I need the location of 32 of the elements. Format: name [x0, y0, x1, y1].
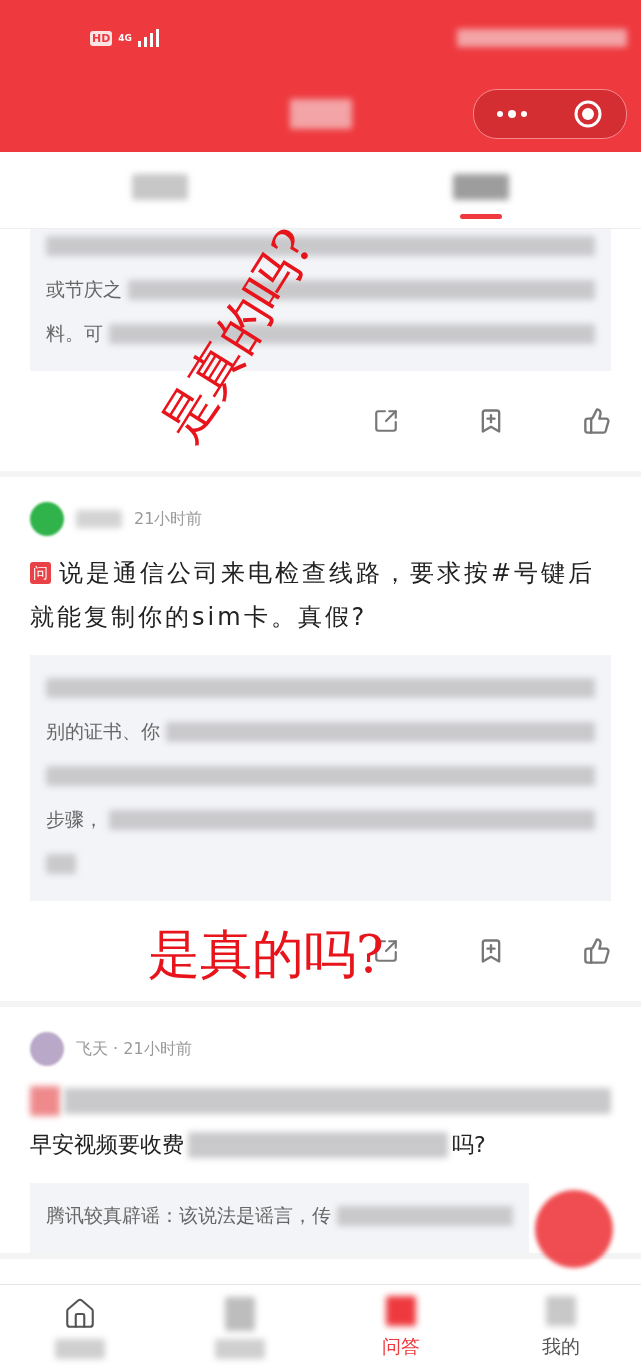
nav-item[interactable]: 我的: [480, 1285, 641, 1371]
annotation-text: 是真的吗?: [148, 923, 384, 986]
share-button[interactable]: [373, 408, 399, 434]
more-icon: [494, 109, 530, 119]
floating-action-button[interactable]: [535, 1190, 613, 1268]
answer-text: 或节庆之: [46, 277, 122, 302]
annotation-text: 是真的吗?: [148, 217, 327, 453]
answer-text: 别的证书、你: [46, 719, 160, 744]
blurred-icon: [225, 1297, 256, 1331]
post-time: 21小时前: [134, 508, 203, 530]
post-meta: 飞天 · 21小时前: [76, 1038, 192, 1060]
blurred-author: [76, 510, 122, 528]
avatar: [30, 502, 64, 536]
nav-item[interactable]: 问答: [320, 1285, 481, 1371]
avatar: [30, 1032, 64, 1066]
blurred-icon: [385, 1296, 416, 1326]
blurred-icon: [545, 1296, 576, 1326]
question-text: 吗?: [452, 1131, 486, 1159]
blurred-badge: [30, 1086, 60, 1116]
target-icon: [573, 99, 603, 129]
question-text: 早安视频要收费: [30, 1131, 184, 1159]
answer-text: 腾讯较真辟谣：该说法是谣言，传: [46, 1203, 331, 1228]
like-button[interactable]: [583, 937, 611, 965]
answer-text: 步骤，: [46, 807, 103, 832]
blurred-text: [46, 854, 76, 874]
blurred-title: [290, 99, 352, 129]
network-type: 4G: [118, 33, 132, 43]
signal-icon: [138, 29, 160, 47]
answer-text: 料。可: [46, 321, 103, 346]
like-button[interactable]: [583, 407, 611, 435]
question-text: 问 说是通信公司来电检查线路，要求按#号键后就能复制你的sim卡。真假?: [30, 558, 597, 633]
hd-indicator: HD: [90, 30, 113, 46]
